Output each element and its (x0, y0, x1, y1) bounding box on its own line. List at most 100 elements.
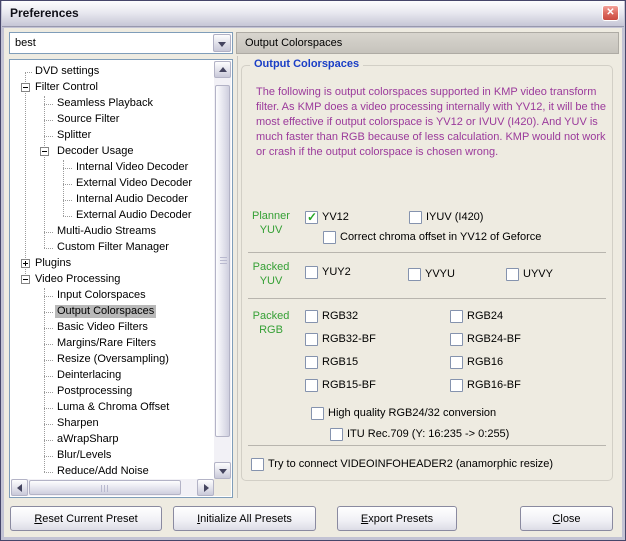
scroll-up-button[interactable] (214, 61, 231, 78)
window-title: Preferences (10, 6, 79, 20)
tree-item-luma-chroma-offset[interactable]: Luma & Chroma Offset (11, 400, 213, 416)
collapse-icon[interactable] (40, 147, 49, 156)
tree-item-splitter[interactable]: Splitter (11, 128, 213, 144)
tree-item-basic-video-filters[interactable]: Basic Video Filters (11, 320, 213, 336)
checkbox-rgb32-bf[interactable]: RGB32-BF (305, 332, 376, 346)
checkbox-try-connect-videoinfoheader2[interactable]: Try to connect VIDEOINFOHEADER2 (anamorp… (251, 457, 553, 471)
tree-item-plugins[interactable]: Plugins (11, 256, 213, 272)
expand-icon[interactable] (21, 259, 30, 268)
tree-vertical-scrollbar[interactable] (214, 61, 231, 479)
initialize-all-presets-button[interactable]: Initialize All Presets (173, 506, 316, 531)
checkbox-rgb24[interactable]: RGB24 (450, 309, 503, 323)
group-title: Output Colorspaces (250, 58, 363, 70)
scroll-left-button[interactable] (11, 479, 28, 496)
tree-item-internal-audio-decoder[interactable]: Internal Audio Decoder (11, 192, 213, 208)
close-button[interactable]: ✕ (602, 5, 619, 21)
scrollbar-corner (214, 479, 231, 496)
checkbox-rgb16-bf[interactable]: RGB16-BF (450, 378, 521, 392)
scroll-down-icon (219, 469, 227, 474)
tree-item-external-audio-decoder[interactable]: External Audio Decoder (11, 208, 213, 224)
checkbox-icon[interactable] (450, 379, 463, 392)
tree-item-seamless-playback[interactable]: Seamless Playback (11, 96, 213, 112)
checkbox-icon[interactable] (450, 333, 463, 346)
tree-item-input-colorspaces[interactable]: Input Colorspaces (11, 288, 213, 304)
checkbox-icon[interactable] (305, 211, 318, 224)
settings-tree: DVD settings Filter Control Seamless Pla… (9, 59, 233, 498)
export-presets-button[interactable]: Export Presets (337, 506, 457, 531)
tree-item-postprocessing[interactable]: Postprocessing (11, 384, 213, 400)
checkbox-icon[interactable] (305, 333, 318, 346)
checkbox-icon[interactable] (330, 428, 343, 441)
tree-item-reduce-add-noise[interactable]: Reduce/Add Noise (11, 464, 213, 479)
page-title: Output Colorspaces (236, 32, 619, 54)
scroll-right-button[interactable] (197, 479, 214, 496)
tree-item-decoder-usage[interactable]: Decoder Usage (11, 144, 213, 160)
tree-item-source-filter[interactable]: Source Filter (11, 112, 213, 128)
preset-select[interactable]: best (9, 32, 233, 54)
tree-item-deinterlacing[interactable]: Deinterlacing (11, 368, 213, 384)
checkbox-rgb32[interactable]: RGB32 (305, 309, 358, 323)
tree-item-custom-filter-manager[interactable]: Custom Filter Manager (11, 240, 213, 256)
section-divider (248, 252, 606, 253)
collapse-icon[interactable] (21, 83, 30, 92)
tree-item-multi-audio-streams[interactable]: Multi-Audio Streams (11, 224, 213, 240)
reset-current-preset-button[interactable]: Reset Current Preset (10, 506, 162, 531)
checkbox-icon[interactable] (450, 310, 463, 323)
preset-select-dropdown-button[interactable] (213, 34, 231, 52)
tree-horizontal-scrollbar[interactable] (11, 479, 214, 496)
vertical-scroll-thumb[interactable] (215, 85, 230, 437)
close-dialog-button[interactable]: Close (520, 506, 613, 531)
preset-select-value: best (15, 37, 36, 49)
checkbox-rgb15-bf[interactable]: RGB15-BF (305, 378, 376, 392)
checkbox-rgb16[interactable]: RGB16 (450, 355, 503, 369)
tree-item-awrapsharp[interactable]: aWrapSharp (11, 432, 213, 448)
checkbox-rgb15[interactable]: RGB15 (305, 355, 358, 369)
tree-item-blur-levels[interactable]: Blur/Levels (11, 448, 213, 464)
checkbox-high-quality-rgb-conversion[interactable]: High quality RGB24/32 conversion (311, 406, 496, 420)
checkbox-rgb24-bf[interactable]: RGB24-BF (450, 332, 521, 346)
checkbox-icon[interactable] (506, 268, 519, 281)
checkbox-itu-rec709[interactable]: ITU Rec.709 (Y: 16:235 -> 0:255) (330, 427, 509, 441)
tree-item-resize-oversampling[interactable]: Resize (Oversampling) (11, 352, 213, 368)
packed-rgb-label: Packed RGB (247, 309, 295, 337)
tree-item-internal-video-decoder[interactable]: Internal Video Decoder (11, 160, 213, 176)
checkbox-icon[interactable] (305, 356, 318, 369)
checkbox-icon[interactable] (409, 211, 422, 224)
checkbox-icon[interactable] (305, 310, 318, 323)
checkbox-iyuv-i420[interactable]: IYUV (I420) (409, 210, 483, 224)
preferences-dialog: Preferences ✕ best Output Colorspaces DV… (0, 0, 626, 541)
section-divider (248, 445, 606, 446)
checkbox-uyvy[interactable]: UYVY (506, 267, 553, 281)
tree-rows: DVD settings Filter Control Seamless Pla… (11, 61, 213, 479)
horizontal-scroll-thumb[interactable] (29, 480, 181, 495)
checkbox-icon[interactable] (408, 268, 421, 281)
tree-item-dvd-settings[interactable]: DVD settings (11, 64, 213, 80)
checkbox-icon[interactable] (305, 379, 318, 392)
tree-item-margins-rare-filters[interactable]: Margins/Rare Filters (11, 336, 213, 352)
scroll-up-icon (219, 67, 227, 72)
scroll-right-icon (204, 484, 209, 492)
checkbox-icon[interactable] (323, 231, 336, 244)
scroll-left-icon (17, 484, 22, 492)
scroll-down-button[interactable] (214, 462, 231, 479)
tree-item-filter-control[interactable]: Filter Control (11, 80, 213, 96)
checkbox-icon[interactable] (311, 407, 324, 420)
chevron-down-icon (218, 42, 226, 47)
checkbox-correct-chroma-offset[interactable]: Correct chroma offset in YV12 of Geforce (323, 230, 541, 244)
checkbox-yuy2[interactable]: YUY2 (305, 265, 351, 279)
tree-item-video-processing[interactable]: Video Processing (11, 272, 213, 288)
collapse-icon[interactable] (21, 275, 30, 284)
checkbox-icon[interactable] (305, 266, 318, 279)
close-icon: ✕ (606, 7, 614, 18)
checkbox-icon[interactable] (251, 458, 264, 471)
tree-item-sharpen[interactable]: Sharpen (11, 416, 213, 432)
title-bar: Preferences ✕ (2, 1, 624, 27)
tree-item-external-video-decoder[interactable]: External Video Decoder (11, 176, 213, 192)
checkbox-yv12[interactable]: YV12 (305, 210, 349, 224)
checkbox-yvyu[interactable]: YVYU (408, 267, 455, 281)
description-text: The following is output colorspaces supp… (256, 85, 608, 160)
panel-divider (237, 56, 238, 498)
checkbox-icon[interactable] (450, 356, 463, 369)
tree-item-output-colorspaces[interactable]: Output Colorspaces (11, 304, 213, 320)
packed-yuv-label: Packed YUV (247, 260, 295, 288)
